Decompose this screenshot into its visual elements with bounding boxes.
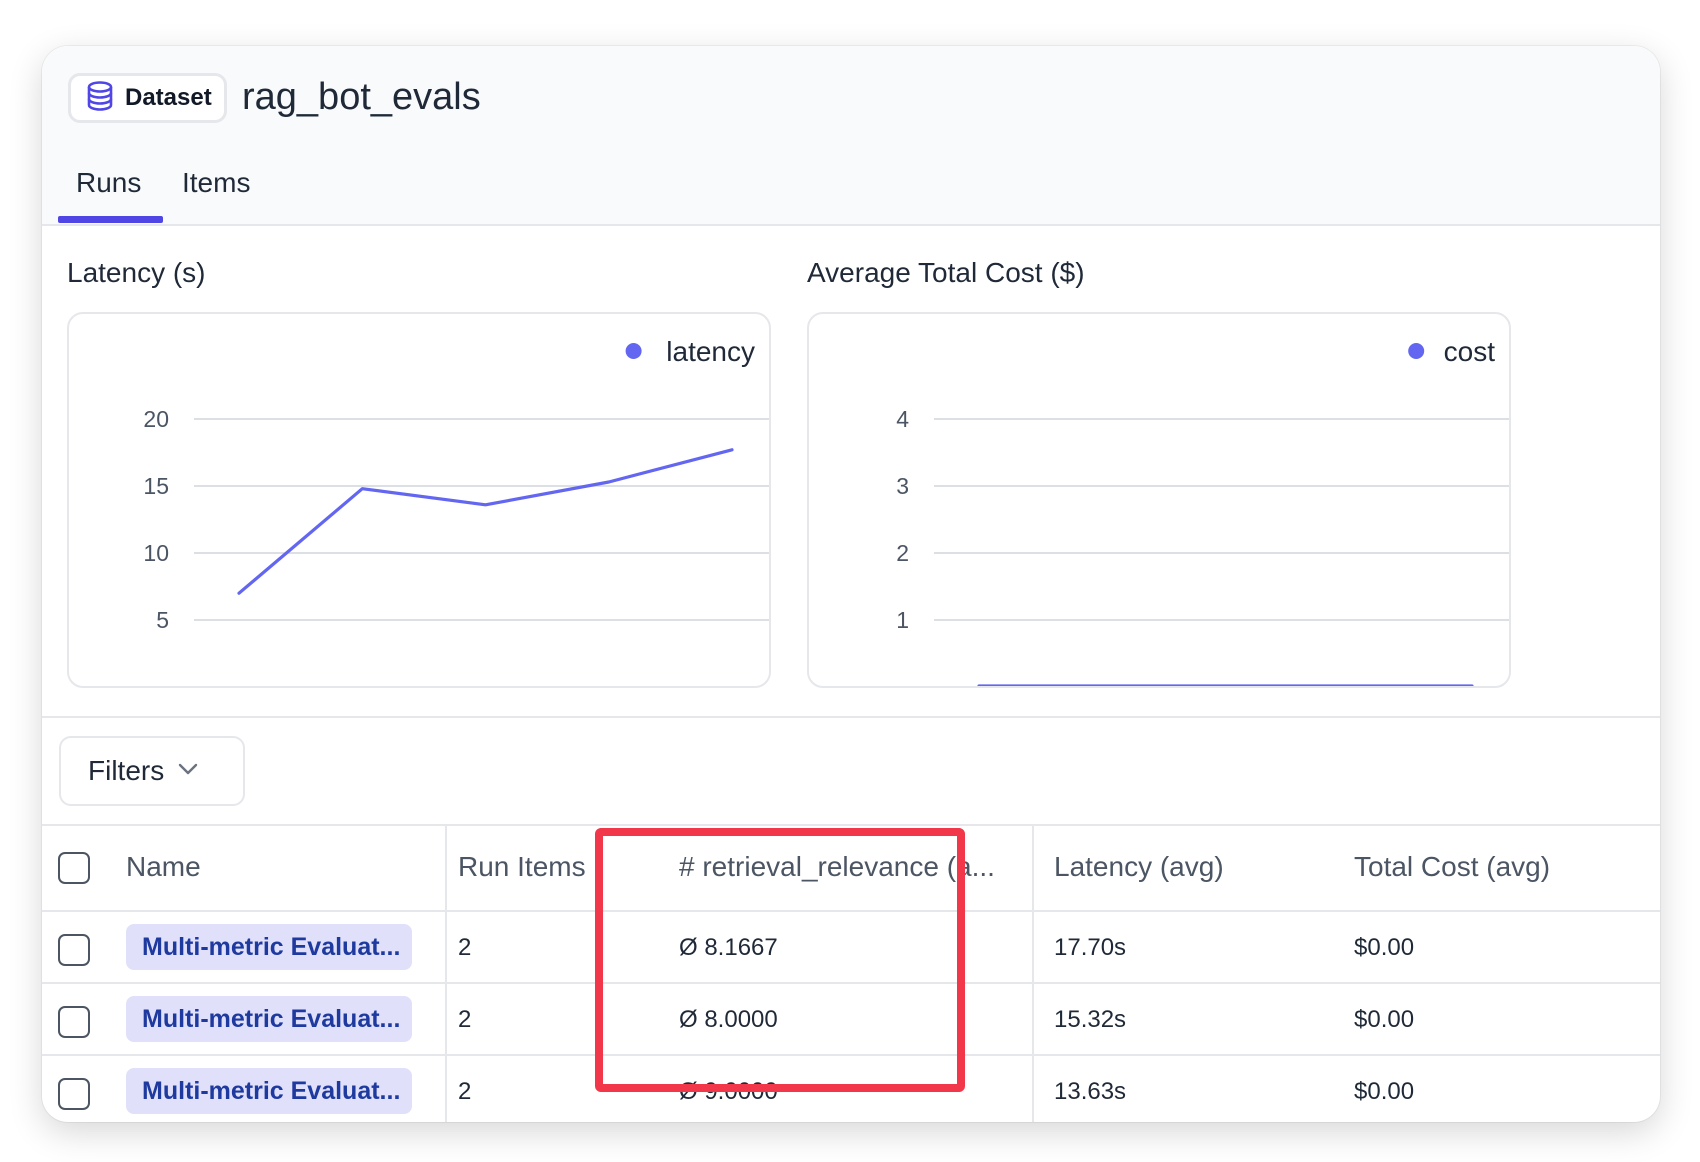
section-divider xyxy=(42,716,1660,718)
total-cost-cell: $0.00 xyxy=(1354,934,1415,961)
run-items-cell: 2 xyxy=(458,934,472,961)
column-divider xyxy=(445,824,447,1122)
legend-dot xyxy=(625,343,642,359)
y-tick-label: 3 xyxy=(896,473,909,499)
select-all-checkbox[interactable] xyxy=(58,852,90,884)
legend-label: cost xyxy=(1444,336,1496,367)
filters-button[interactable]: Filters xyxy=(59,736,245,806)
latency-chart: 5 10 15 20 latency xyxy=(67,312,771,688)
tab-items[interactable]: Items xyxy=(182,166,250,200)
cost-chart: 1 2 3 4 cost xyxy=(807,312,1511,688)
latency-chart-title: Latency (s) xyxy=(67,257,206,288)
row-checkbox[interactable] xyxy=(58,934,90,966)
tab-runs[interactable]: Runs xyxy=(76,166,141,200)
dataset-badge-label: Dataset xyxy=(125,84,212,111)
column-header-retrieval-relevance[interactable]: # retrieval_relevance (a... xyxy=(679,850,995,884)
row-checkbox[interactable] xyxy=(58,1006,90,1038)
run-items-cell: 2 xyxy=(458,1006,472,1033)
y-tick-label: 2 xyxy=(896,540,909,566)
latency-cell: 17.70s xyxy=(1054,934,1127,961)
total-cost-cell: $0.00 xyxy=(1354,1078,1415,1105)
latency-chart-svg: 5 10 15 20 latency xyxy=(143,336,769,633)
table-row-border xyxy=(42,982,1660,984)
run-items-cell: 2 xyxy=(458,1078,472,1105)
y-tick-label: 4 xyxy=(896,406,909,432)
row-checkbox[interactable] xyxy=(58,1078,90,1110)
retrieval-relevance-cell: Ø 8.0000 xyxy=(679,1006,778,1033)
page-header: Dataset rag_bot_evals Runs Items xyxy=(42,46,1660,226)
dataset-badge: Dataset xyxy=(68,73,227,123)
y-tick-label: 20 xyxy=(143,406,169,432)
y-tick-label: 15 xyxy=(143,473,169,499)
y-tick-label: 10 xyxy=(143,540,169,566)
run-name-link[interactable]: Multi-metric Evaluat... xyxy=(126,996,412,1042)
latency-cell: 15.32s xyxy=(1054,1006,1127,1033)
page-title: rag_bot_evals xyxy=(242,76,481,118)
retrieval-relevance-cell: Ø 8.1667 xyxy=(679,934,778,961)
column-header-run-items[interactable]: Run Items xyxy=(458,850,586,884)
run-name-link[interactable]: Multi-metric Evaluat... xyxy=(126,1068,412,1114)
filters-label: Filters xyxy=(88,755,165,786)
column-header-total-cost[interactable]: Total Cost (avg) xyxy=(1354,850,1550,884)
run-name-link[interactable]: Multi-metric Evaluat... xyxy=(126,924,412,970)
column-header-latency[interactable]: Latency (avg) xyxy=(1054,850,1224,884)
cost-chart-svg: 1 2 3 4 cost xyxy=(896,336,1509,686)
column-divider xyxy=(1032,824,1034,1122)
dataset-card: Dataset rag_bot_evals Runs Items Latency… xyxy=(42,46,1660,1122)
database-icon xyxy=(85,80,115,117)
y-tick-label: 5 xyxy=(156,607,169,633)
legend-label: latency xyxy=(666,336,755,367)
total-cost-cell: $0.00 xyxy=(1354,1006,1415,1033)
chevron-down-icon xyxy=(178,762,198,780)
cost-chart-title: Average Total Cost ($) xyxy=(807,257,1085,288)
latency-cell: 13.63s xyxy=(1054,1078,1127,1105)
table-row-border xyxy=(42,1054,1660,1056)
table-top-border xyxy=(42,824,1660,826)
series-line-latency xyxy=(237,448,734,595)
column-header-name[interactable]: Name xyxy=(126,850,201,884)
retrieval-relevance-cell: Ø 9.0000 xyxy=(679,1078,778,1105)
active-tab-indicator xyxy=(58,216,163,223)
table-header-border xyxy=(42,910,1660,912)
legend-dot xyxy=(1408,343,1425,359)
y-tick-label: 1 xyxy=(896,607,909,633)
